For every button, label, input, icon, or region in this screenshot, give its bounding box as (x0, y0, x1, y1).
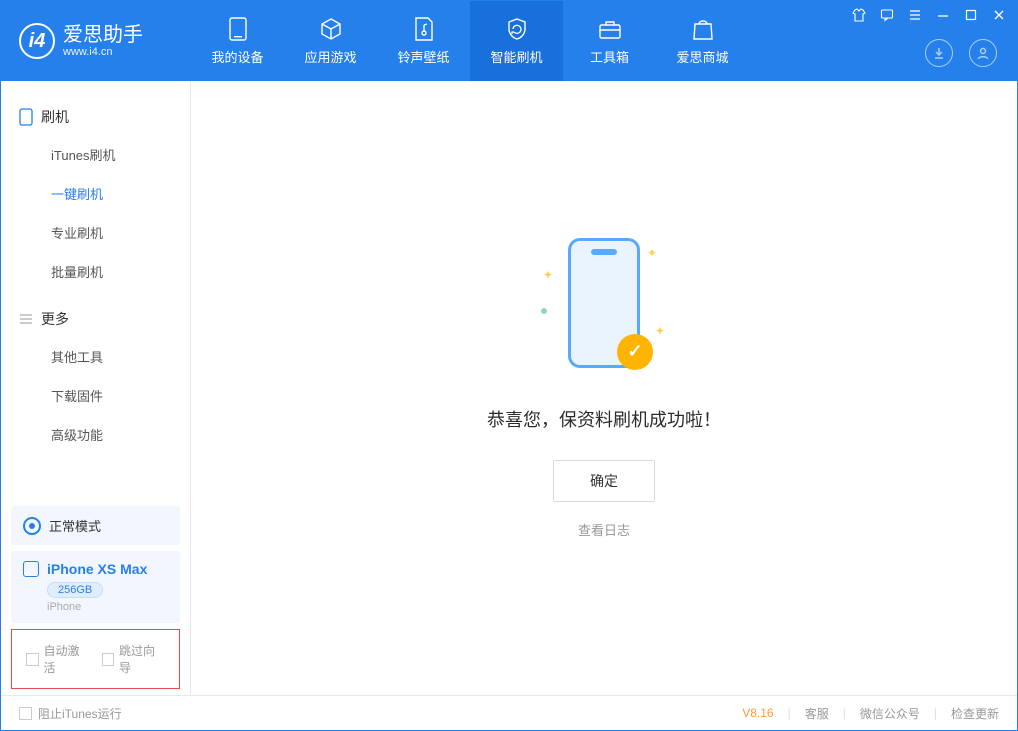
nav-toolbox[interactable]: 工具箱 (563, 1, 656, 81)
music-file-icon (412, 17, 436, 41)
sparkle-icon: ✦ (543, 268, 553, 282)
minimize-button[interactable] (931, 3, 955, 27)
nav-apps[interactable]: 应用游戏 (284, 1, 377, 81)
success-message: 恭喜您，保资料刷机成功啦！ (487, 406, 721, 432)
phone-icon (19, 108, 33, 126)
shirt-icon[interactable] (847, 3, 871, 27)
device-storage: 256GB (47, 582, 103, 598)
device-mode-status[interactable]: 正常模式 (11, 506, 180, 545)
nav-label: 铃声壁纸 (397, 47, 449, 66)
user-icon[interactable] (969, 39, 997, 67)
nav-label: 应用游戏 (304, 47, 356, 66)
close-button[interactable] (987, 3, 1011, 27)
logo-icon: i4 (19, 23, 55, 59)
device-icon (226, 17, 250, 41)
feedback-icon[interactable] (875, 3, 899, 27)
footer-link-update[interactable]: 检查更新 (951, 705, 999, 722)
section-label: 更多 (41, 309, 69, 329)
sidebar-item-pro-flash[interactable]: 专业刷机 (1, 213, 190, 252)
checkbox-label: 阻止iTunes运行 (38, 705, 122, 722)
separator: | (843, 706, 846, 720)
sidebar-item-other-tools[interactable]: 其他工具 (1, 337, 190, 376)
nav-my-device[interactable]: 我的设备 (191, 1, 284, 81)
window-controls (847, 3, 1011, 27)
sidebar-item-itunes-flash[interactable]: iTunes刷机 (1, 135, 190, 174)
footer-link-wechat[interactable]: 微信公众号 (860, 705, 920, 722)
nav-flash[interactable]: 智能刷机 (470, 1, 563, 81)
sparkle-icon: ✦ (655, 324, 665, 338)
section-label: 刷机 (41, 107, 69, 127)
sidebar-item-batch-flash[interactable]: 批量刷机 (1, 252, 190, 291)
flash-options-highlight: 自动激活 跳过向导 (11, 629, 180, 689)
nav-label: 工具箱 (590, 47, 629, 66)
device-info[interactable]: iPhone XS Max 256GB iPhone (11, 551, 180, 623)
sidebar-item-advanced[interactable]: 高级功能 (1, 415, 190, 454)
checkbox-label: 自动激活 (44, 642, 90, 676)
status-bar: 阻止iTunes运行 V8.16 | 客服 | 微信公众号 | 检查更新 (1, 695, 1017, 730)
sidebar-section-more: 更多 (1, 301, 190, 337)
nav-store[interactable]: 爱思商城 (656, 1, 749, 81)
list-icon (19, 312, 33, 326)
sidebar-section-flash: 刷机 (1, 99, 190, 135)
device-type: iPhone (47, 601, 168, 613)
checkmark-badge-icon: ✓ (617, 334, 653, 370)
checkbox-block-itunes[interactable]: 阻止iTunes运行 (19, 705, 122, 722)
maximize-button[interactable] (959, 3, 983, 27)
separator: | (934, 706, 937, 720)
sparkle-icon: ✦ (647, 246, 657, 260)
ok-button[interactable]: 确定 (553, 460, 655, 502)
nav-label: 智能刷机 (490, 47, 542, 66)
app-subtitle: www.i4.cn (63, 46, 143, 58)
menu-icon[interactable] (903, 3, 927, 27)
version-label: V8.16 (742, 706, 773, 720)
footer-link-service[interactable]: 客服 (805, 705, 829, 722)
cube-icon (319, 17, 343, 41)
dot-icon (541, 308, 547, 314)
sidebar-item-download-fw[interactable]: 下载固件 (1, 376, 190, 415)
checkbox-label: 跳过向导 (119, 642, 165, 676)
download-icon[interactable] (925, 39, 953, 67)
checkbox-skip-guide[interactable]: 跳过向导 (102, 642, 166, 676)
header-actions (925, 39, 997, 67)
title-bar: i4 爱思助手 www.i4.cn 我的设备 应用游戏 铃声壁纸 智能刷机 工具… (1, 1, 1017, 81)
sidebar-item-oneclick-flash[interactable]: 一键刷机 (1, 174, 190, 213)
phone-icon (23, 561, 39, 577)
device-name: iPhone XS Max (47, 561, 147, 577)
sidebar: 刷机 iTunes刷机 一键刷机 专业刷机 批量刷机 更多 其他工具 下载固件 … (1, 81, 191, 695)
nav-label: 爱思商城 (676, 47, 728, 66)
nav-ringtone[interactable]: 铃声壁纸 (377, 1, 470, 81)
nav-label: 我的设备 (211, 47, 263, 66)
separator: | (788, 706, 791, 720)
main-nav: 我的设备 应用游戏 铃声壁纸 智能刷机 工具箱 爱思商城 (191, 1, 749, 81)
view-log-link[interactable]: 查看日志 (578, 520, 630, 539)
main-panel: ✦ ✦ ✦ ✓ 恭喜您，保资料刷机成功啦！ 确定 查看日志 (191, 81, 1017, 695)
status-icon (23, 517, 41, 535)
toolbox-icon (598, 17, 622, 41)
shield-refresh-icon (505, 17, 529, 41)
checkbox-auto-activate[interactable]: 自动激活 (26, 642, 90, 676)
success-illustration: ✦ ✦ ✦ ✓ (549, 238, 659, 378)
app-logo: i4 爱思助手 www.i4.cn (19, 23, 191, 59)
status-label: 正常模式 (49, 516, 101, 535)
app-title: 爱思助手 (63, 24, 143, 46)
bag-icon (691, 17, 715, 41)
